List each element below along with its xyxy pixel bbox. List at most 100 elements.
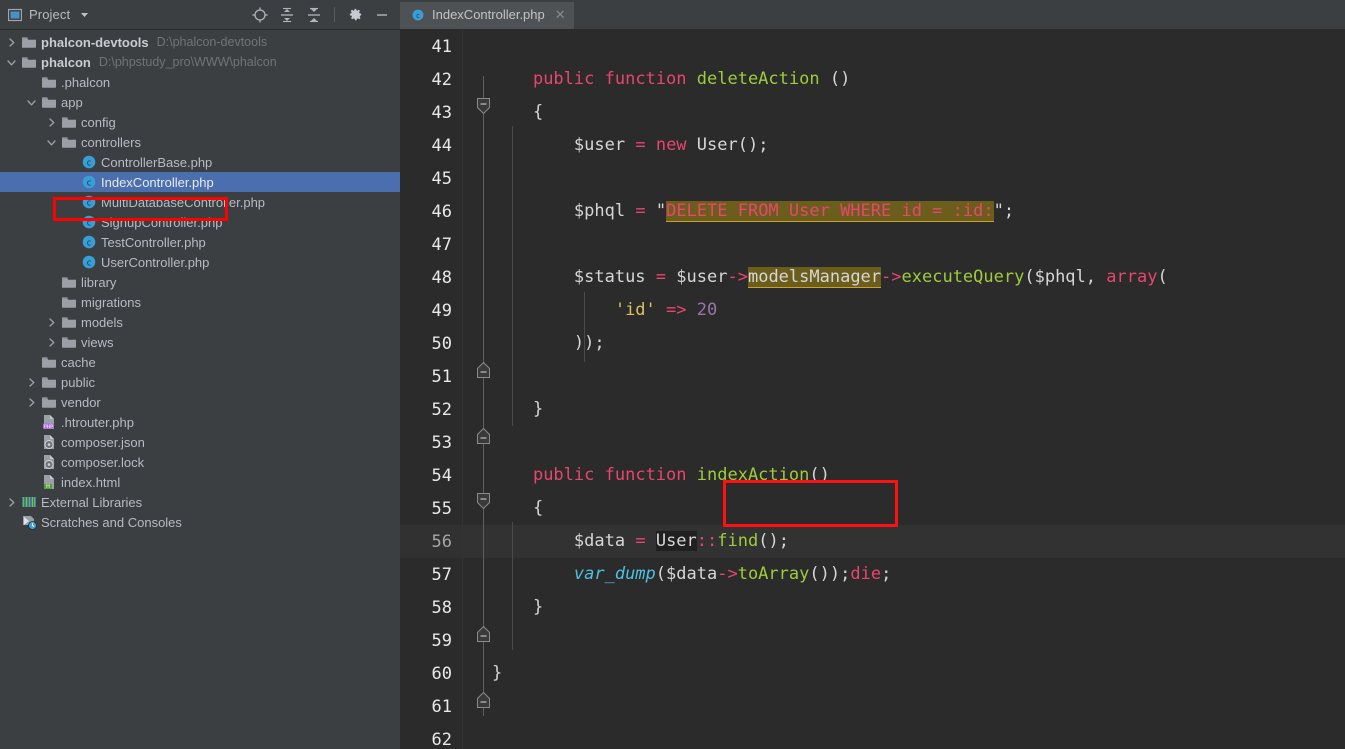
project-title-button[interactable]: Project bbox=[7, 7, 92, 23]
code-line-55[interactable]: 55 { bbox=[400, 492, 1345, 525]
fold-marker-line60[interactable] bbox=[476, 691, 491, 708]
line-number-61[interactable]: 61 bbox=[400, 690, 462, 723]
tree-item-controllerbase-php[interactable]: c ControllerBase.php bbox=[0, 152, 400, 172]
tree-item-composer-json[interactable]: composer.json bbox=[0, 432, 400, 452]
code-line-43[interactable]: 43 { bbox=[400, 96, 1345, 129]
collapse-all-icon[interactable] bbox=[306, 7, 322, 23]
code-line-52[interactable]: 52 } bbox=[400, 393, 1345, 426]
tree-item-library[interactable]: library bbox=[0, 272, 400, 292]
chevron-right-icon[interactable] bbox=[26, 397, 37, 408]
fold-marker-line54[interactable] bbox=[476, 493, 491, 510]
code-token: deleteAction bbox=[696, 69, 820, 89]
tree-item-signupcontroller-php[interactable]: c SignupController.php bbox=[0, 212, 400, 232]
tree-item-migrations[interactable]: migrations bbox=[0, 292, 400, 312]
code-line-59[interactable]: 59 bbox=[400, 624, 1345, 657]
tab-indexcontroller-php[interactable]: c IndexController.php ✕ bbox=[400, 2, 574, 29]
fold-column bbox=[462, 162, 484, 195]
tree-item-multidatabasecontroller-php[interactable]: c MultiDatabaseController.php bbox=[0, 192, 400, 212]
line-number-55[interactable]: 55 bbox=[400, 492, 462, 525]
code-line-48[interactable]: 48 $status = $user->modelsManager->execu… bbox=[400, 261, 1345, 294]
code-line-58[interactable]: 58 } bbox=[400, 591, 1345, 624]
code-line-61[interactable]: 61 bbox=[400, 690, 1345, 723]
line-number-56[interactable]: 56 bbox=[400, 525, 462, 558]
tree-item-external-libraries[interactable]: External Libraries bbox=[0, 492, 400, 512]
code-line-54[interactable]: 54 public function indexAction() bbox=[400, 459, 1345, 492]
code-line-62[interactable]: 62 bbox=[400, 723, 1345, 749]
line-number-60[interactable]: 60 bbox=[400, 657, 462, 690]
line-number-59[interactable]: 59 bbox=[400, 624, 462, 657]
tree-item-htrouter-php[interactable]: PHP .htrouter.php bbox=[0, 412, 400, 432]
fold-marker-line50[interactable] bbox=[476, 361, 491, 378]
chevron-right-icon[interactable] bbox=[46, 337, 57, 348]
chevron-right-icon[interactable] bbox=[6, 497, 17, 508]
line-number-42[interactable]: 42 bbox=[400, 63, 462, 96]
select-opened-file-icon[interactable] bbox=[252, 7, 268, 23]
chevron-right-icon[interactable] bbox=[26, 377, 37, 388]
line-number-58[interactable]: 58 bbox=[400, 591, 462, 624]
chevron-down-icon[interactable] bbox=[46, 137, 57, 148]
tree-item-views[interactable]: views bbox=[0, 332, 400, 352]
tree-item-controllers[interactable]: controllers bbox=[0, 132, 400, 152]
code-line-42[interactable]: 42 public function deleteAction () bbox=[400, 63, 1345, 96]
tree-item-label: .phalcon bbox=[61, 74, 111, 90]
code-line-57[interactable]: 57 var_dump($data->toArray());die; bbox=[400, 558, 1345, 591]
tree-item-cache[interactable]: cache bbox=[0, 352, 400, 372]
line-number-43[interactable]: 43 bbox=[400, 96, 462, 129]
line-number-49[interactable]: 49 bbox=[400, 294, 462, 327]
tree-item-phalcon-devtools[interactable]: phalcon-devtools D:\phalcon-devtools bbox=[0, 32, 400, 52]
code-line-45[interactable]: 45 bbox=[400, 162, 1345, 195]
code-line-50[interactable]: 50 )); bbox=[400, 327, 1345, 360]
line-number-52[interactable]: 52 bbox=[400, 393, 462, 426]
tree-item-models[interactable]: models bbox=[0, 312, 400, 332]
settings-gear-icon[interactable] bbox=[347, 7, 363, 23]
line-number-51[interactable]: 51 bbox=[400, 360, 462, 393]
tree-item-app[interactable]: app bbox=[0, 92, 400, 112]
line-number-46[interactable]: 46 bbox=[400, 195, 462, 228]
code-line-49[interactable]: 49 'id' => 20 bbox=[400, 294, 1345, 327]
expand-all-icon[interactable] bbox=[279, 7, 295, 23]
code-line-41[interactable]: 41 bbox=[400, 30, 1345, 63]
line-number-48[interactable]: 48 bbox=[400, 261, 462, 294]
line-number-62[interactable]: 62 bbox=[400, 723, 462, 749]
code-line-53[interactable]: 53 bbox=[400, 426, 1345, 459]
fold-marker-line42[interactable] bbox=[476, 98, 491, 115]
tree-item-composer-lock[interactable]: composer.lock bbox=[0, 452, 400, 472]
project-tree[interactable]: phalcon-devtools D:\phalcon-devtools phalc… bbox=[0, 30, 400, 532]
code-line-47[interactable]: 47 bbox=[400, 228, 1345, 261]
line-number-44[interactable]: 44 bbox=[400, 129, 462, 162]
tree-item-usercontroller-php[interactable]: c UserController.php bbox=[0, 252, 400, 272]
code-line-46[interactable]: 46 $phql = "DELETE FROM User WHERE id = … bbox=[400, 195, 1345, 228]
line-number-57[interactable]: 57 bbox=[400, 558, 462, 591]
tree-item-vendor[interactable]: vendor bbox=[0, 392, 400, 412]
hide-panel-icon[interactable] bbox=[374, 7, 390, 23]
code-line-51[interactable]: 51 bbox=[400, 360, 1345, 393]
tree-item-phalcon[interactable]: .phalcon bbox=[0, 72, 400, 92]
line-number-50[interactable]: 50 bbox=[400, 327, 462, 360]
close-icon[interactable]: ✕ bbox=[555, 8, 566, 21]
tree-item-label: Scratches and Consoles bbox=[41, 514, 182, 530]
chevron-down-icon[interactable] bbox=[26, 97, 37, 108]
line-number-41[interactable]: 41 bbox=[400, 30, 462, 63]
tree-item-public[interactable]: public bbox=[0, 372, 400, 392]
code-line-60[interactable]: 60} bbox=[400, 657, 1345, 690]
fold-marker-line52[interactable] bbox=[476, 427, 491, 444]
tree-item-indexcontroller-php[interactable]: c IndexController.php bbox=[0, 172, 400, 192]
tree-item-testcontroller-php[interactable]: c TestController.php bbox=[0, 232, 400, 252]
tree-item-config[interactable]: config bbox=[0, 112, 400, 132]
tree-item-index-html[interactable]: Hindex.html bbox=[0, 472, 400, 492]
code-line-44[interactable]: 44 $user = new User(); bbox=[400, 129, 1345, 162]
tree-item-scratches-and-consoles[interactable]: Scratches and Consoles bbox=[0, 512, 400, 532]
fold-marker-line58[interactable] bbox=[476, 625, 491, 642]
chevron-right-icon[interactable] bbox=[6, 37, 17, 48]
chevron-right-icon[interactable] bbox=[46, 317, 57, 328]
chevron-down-icon[interactable] bbox=[6, 57, 17, 68]
line-number-53[interactable]: 53 bbox=[400, 426, 462, 459]
tree-item-phalcon[interactable]: phalcon D:\phpstudy_pro\WWW\phalcon bbox=[0, 52, 400, 72]
line-number-47[interactable]: 47 bbox=[400, 228, 462, 261]
code-editor[interactable]: 41 42 public function deleteAction () 43 {… bbox=[400, 30, 1345, 749]
chevron-down-icon[interactable] bbox=[76, 7, 92, 23]
line-number-45[interactable]: 45 bbox=[400, 162, 462, 195]
line-number-54[interactable]: 54 bbox=[400, 459, 462, 492]
code-line-56[interactable]: 56 $data = User::find(); bbox=[400, 525, 1345, 558]
chevron-right-icon[interactable] bbox=[46, 117, 57, 128]
